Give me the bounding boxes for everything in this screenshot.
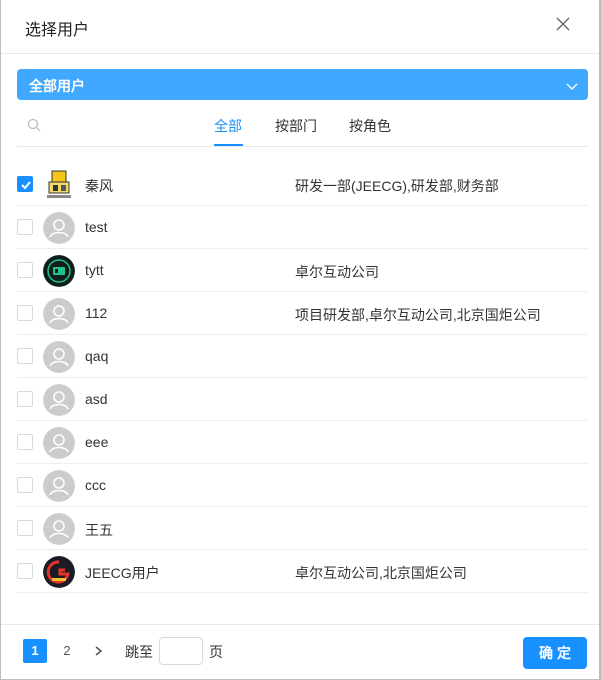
user-checkbox[interactable] (17, 477, 33, 493)
user-department: 研发一部(JEECG),研发部,财务部 (295, 178, 499, 194)
page-1-button[interactable]: 1 (23, 639, 47, 663)
list-item[interactable]: ccc (17, 464, 588, 507)
list-item[interactable]: asd (17, 378, 588, 421)
page-2-button[interactable]: 2 (55, 639, 79, 663)
user-name: qaq (85, 348, 109, 364)
dialog-header: 选择用户 (1, 0, 599, 54)
user-checkbox[interactable] (17, 262, 33, 278)
select-user-dialog: 选择用户 全部用户 全部 按部门 按角色 秦风 研发一部(JEECG),研发部,… (0, 0, 601, 680)
user-name: 王五 (85, 522, 113, 538)
chevron-down-icon (566, 79, 578, 91)
user-department: 项目研发部,卓尔互动公司,北京国炬公司 (295, 307, 541, 323)
user-checkbox[interactable] (17, 520, 33, 536)
user-checkbox[interactable] (17, 434, 33, 450)
list-item[interactable]: JEECG用户 卓尔互动公司,北京国炬公司 (17, 550, 588, 593)
list-item[interactable]: eee (17, 421, 588, 464)
search-icon[interactable] (27, 118, 41, 132)
avatar (43, 255, 75, 287)
page-suffix-label: 页 (209, 644, 223, 660)
avatar (43, 556, 75, 588)
default-user-icon (43, 513, 75, 545)
default-user-icon (43, 470, 75, 502)
default-user-icon (43, 212, 75, 244)
jump-page-input[interactable] (159, 637, 203, 665)
list-item[interactable]: 112 项目研发部,卓尔互动公司,北京国炬公司 (17, 292, 588, 335)
user-name: test (85, 219, 108, 235)
list-item[interactable]: test (17, 206, 588, 249)
user-department: 卓尔互动公司 (295, 264, 379, 280)
department-select-value: 全部用户 (29, 78, 85, 94)
default-user-icon (43, 341, 75, 373)
user-checkbox[interactable] (17, 563, 33, 579)
user-name: 秦风 (85, 178, 113, 194)
dialog-title: 选择用户 (25, 22, 90, 39)
user-list-toolbar: 全部 按部门 按角色 (17, 106, 588, 147)
user-name: tytt (85, 262, 104, 278)
default-user-icon (43, 298, 75, 330)
list-item[interactable]: 王五 (17, 507, 588, 550)
user-name: 112 (85, 305, 108, 321)
user-checkbox[interactable] (17, 176, 33, 192)
user-name: asd (85, 391, 108, 407)
dialog-footer: 1 2 跳至 页 确定 (1, 624, 599, 680)
next-page-icon[interactable] (87, 639, 111, 663)
user-name: eee (85, 434, 109, 450)
list-item[interactable]: 秦风 研发一部(JEECG),研发部,财务部 (17, 163, 588, 206)
default-user-icon (43, 384, 75, 416)
user-checkbox[interactable] (17, 219, 33, 235)
tab-by-department[interactable]: 按部门 (275, 116, 317, 136)
user-checkbox[interactable] (17, 348, 33, 364)
user-name: JEECG用户 (85, 565, 160, 581)
jump-to-label: 跳至 (125, 644, 153, 660)
tab-all[interactable]: 全部 (214, 116, 242, 136)
active-tab-indicator (214, 144, 243, 146)
close-icon[interactable] (553, 14, 573, 34)
department-select[interactable]: 全部用户 (17, 69, 588, 100)
user-checkbox[interactable] (17, 305, 33, 321)
user-department: 卓尔互动公司,北京国炬公司 (295, 565, 467, 581)
default-user-icon (43, 427, 75, 459)
avatar (43, 169, 75, 201)
tab-by-role[interactable]: 按角色 (349, 116, 391, 136)
list-item[interactable]: qaq (17, 335, 588, 378)
user-checkbox[interactable] (17, 391, 33, 407)
user-name: ccc (85, 477, 106, 493)
list-item[interactable]: tytt 卓尔互动公司 (17, 249, 588, 292)
confirm-button[interactable]: 确定 (523, 637, 587, 669)
